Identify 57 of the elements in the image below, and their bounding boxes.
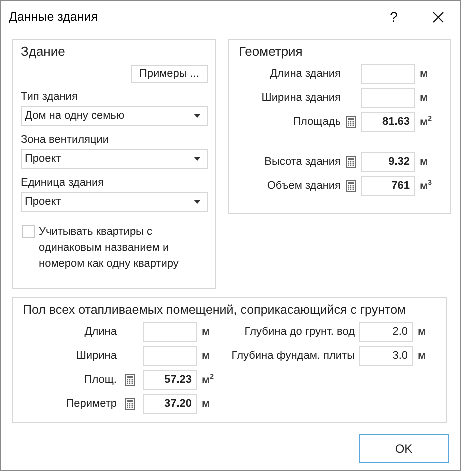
unit-label: м — [419, 68, 428, 80]
unit-label: м — [201, 326, 210, 338]
unit-label: м — [417, 350, 426, 362]
field-label: Периметр — [66, 398, 117, 410]
unit-label: м$^{2}$ — [201, 374, 214, 386]
unit-label: м — [201, 350, 210, 362]
value-field[interactable]: 37.20 — [143, 394, 197, 414]
field-label: Площ. — [84, 374, 117, 386]
field-label: Глубина фундам. плиты — [232, 350, 355, 362]
value-field[interactable]: 761 — [361, 176, 415, 196]
field-label: Зона вентиляции — [21, 133, 110, 147]
field-label: Единица здания — [21, 176, 104, 190]
dropdown[interactable]: Проект — [21, 192, 208, 212]
field-label: Ширина — [76, 350, 117, 362]
calculator-icon — [125, 398, 135, 410]
checkbox[interactable] — [22, 225, 35, 238]
help-button[interactable]: ? — [372, 9, 416, 25]
dropdown[interactable]: Дом на одну семью — [21, 106, 208, 126]
field-label: Ширина здания — [262, 92, 341, 104]
unit-label: м$^{2}$ — [419, 116, 432, 128]
input-field[interactable] — [143, 322, 197, 342]
panel-title: Геометрия — [239, 44, 303, 60]
unit-label: м$^{3}$ — [419, 180, 432, 192]
examples-button[interactable]: Примеры ... — [131, 65, 208, 83]
unit-label: м — [419, 92, 428, 104]
unit-label: м — [419, 156, 428, 168]
input-field[interactable] — [143, 346, 197, 366]
field-label: Объем здания — [267, 180, 341, 192]
caret-icon — [194, 114, 201, 118]
unit-label: м — [201, 398, 210, 410]
dropdown[interactable]: Проект — [21, 149, 208, 169]
field-label: Глубина до грунт. вод — [244, 326, 355, 338]
value-field[interactable]: 9.32 — [361, 152, 415, 172]
panel-title: Здание — [21, 44, 66, 60]
field-label: Площадь — [293, 116, 341, 128]
calculator-icon — [346, 156, 356, 168]
value-field[interactable]: 57.23 — [143, 370, 197, 390]
calculator-icon — [346, 180, 356, 192]
unit-label: м — [417, 326, 426, 338]
checkbox-label: Учитывать квартиры с одинаковым названием и номером как одну квартиру — [39, 225, 180, 272]
field-label: Высота здания — [264, 156, 341, 168]
field-label: Длина здания — [270, 68, 341, 80]
input-field[interactable]: 2.0 — [359, 322, 413, 342]
field-label: Тип здания — [21, 90, 78, 104]
input-field[interactable]: 3.0 — [359, 346, 413, 366]
input-field[interactable] — [361, 88, 415, 108]
caret-icon — [194, 200, 201, 204]
panel-title: Пол всех отапливаемых помещений, соприкасающийся с грунтом — [23, 302, 406, 318]
ok-button[interactable]: OK — [359, 434, 449, 463]
caret-icon — [194, 157, 201, 161]
value-field[interactable]: 81.63 — [361, 112, 415, 132]
calculator-icon — [346, 116, 356, 128]
field-label: Длина — [84, 326, 117, 338]
close-icon[interactable] — [432, 12, 444, 22]
window-title: Данные здания — [9, 10, 99, 24]
input-field[interactable] — [361, 64, 415, 84]
calculator-icon — [125, 374, 135, 386]
